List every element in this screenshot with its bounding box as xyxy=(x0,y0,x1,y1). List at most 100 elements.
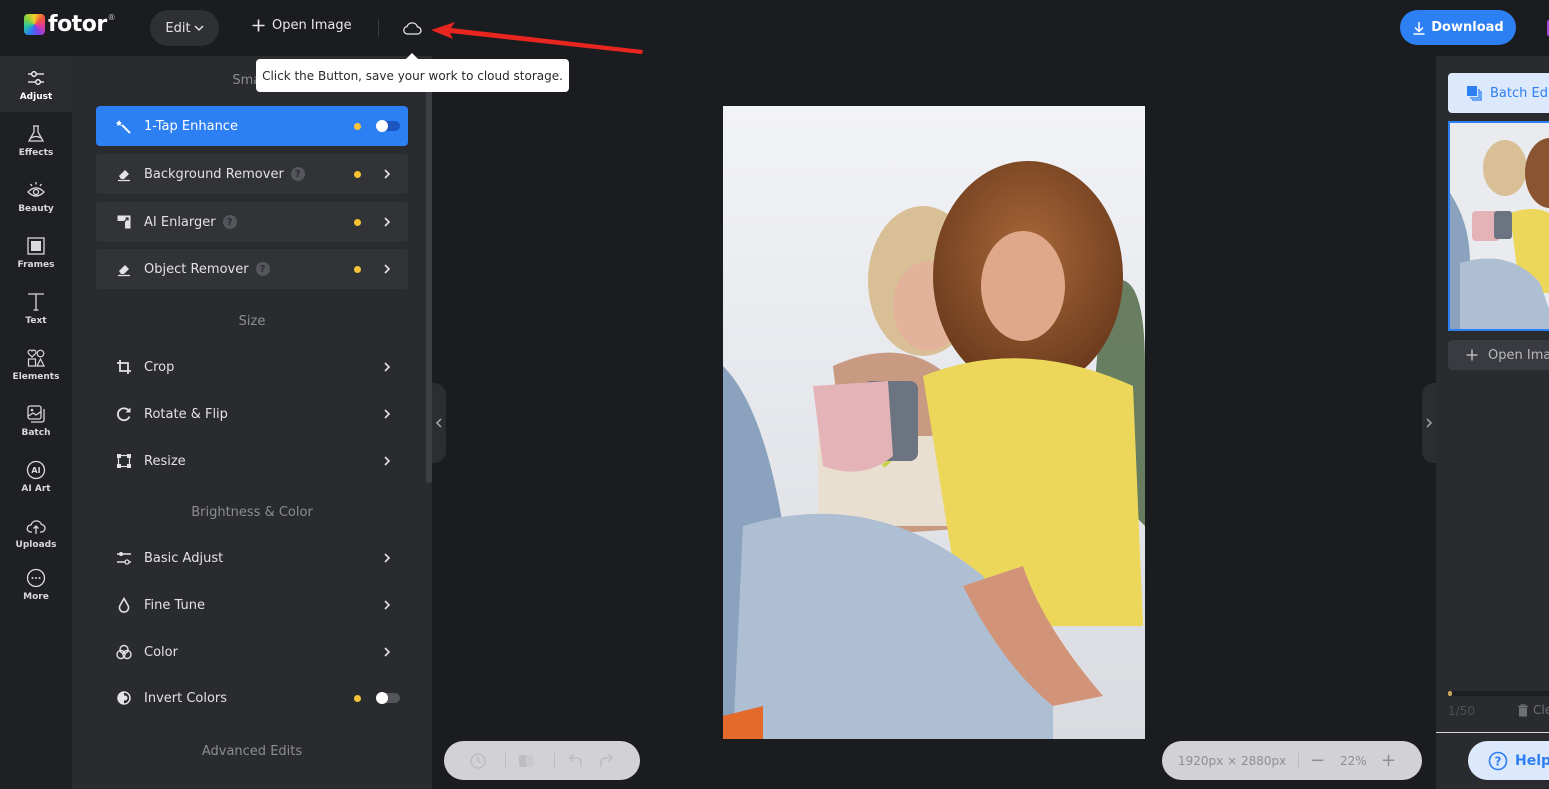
tool-label: Background Remover xyxy=(144,166,284,182)
history-toolbar xyxy=(444,741,640,780)
toggle-knob xyxy=(376,692,388,704)
redo-icon[interactable] xyxy=(596,751,616,771)
nav-item-beauty[interactable]: Beauty xyxy=(0,168,72,224)
clear-button[interactable]: Clear xyxy=(1517,703,1549,717)
droplet-icon xyxy=(116,597,132,613)
enhance-toggle[interactable] xyxy=(376,120,400,132)
svg-text:AI: AI xyxy=(31,466,40,475)
tool-ai-enlarger[interactable]: AI Enlarger ? xyxy=(96,202,408,242)
section-title-brightness: Brightness & Color xyxy=(191,505,313,520)
collapse-panel-button[interactable] xyxy=(432,383,446,463)
image-count: 1/50 xyxy=(1448,704,1475,718)
zoom-in-button[interactable]: + xyxy=(1381,750,1396,771)
chevron-right-icon xyxy=(384,647,391,657)
tool-resize[interactable]: Resize xyxy=(96,441,408,481)
clear-label: Clear xyxy=(1533,703,1549,717)
chevron-right-icon xyxy=(384,600,391,610)
tool-object-remover[interactable]: Object Remover ? xyxy=(96,249,408,289)
nav-label: More xyxy=(23,591,49,602)
invert-toggle[interactable] xyxy=(376,692,400,704)
batch-progress-bar xyxy=(1448,691,1549,696)
edit-dropdown-button[interactable]: Edit xyxy=(150,10,219,46)
nav-item-effects[interactable]: Effects xyxy=(0,112,72,168)
crop-icon xyxy=(116,359,132,375)
nav-item-frames[interactable]: Frames xyxy=(0,224,72,280)
tool-rotate-flip[interactable]: Rotate & Flip xyxy=(96,394,408,434)
help-icon[interactable]: ? xyxy=(222,215,237,229)
compare-icon[interactable] xyxy=(517,752,535,770)
sliders-icon xyxy=(28,70,44,85)
chevron-right-icon xyxy=(384,362,391,372)
tool-basic-adjust[interactable]: Basic Adjust xyxy=(96,538,408,578)
chevron-right-icon xyxy=(384,409,391,419)
zoom-toolbar: 1920px × 2880px − 22% + xyxy=(1162,741,1422,780)
chevron-left-icon xyxy=(435,418,442,428)
magic-wand-icon xyxy=(116,118,132,134)
help-icon[interactable]: ? xyxy=(290,167,305,181)
color-circles-icon xyxy=(116,644,132,660)
plus-icon xyxy=(252,19,265,32)
divider xyxy=(1436,732,1549,733)
nav-item-uploads[interactable]: Uploads xyxy=(0,504,72,560)
tool-label: AI Enlarger xyxy=(144,214,216,230)
image-thumbnail[interactable] xyxy=(1448,121,1549,331)
edited-photo[interactable] xyxy=(723,106,1145,739)
svg-text:?: ? xyxy=(1495,754,1502,768)
batch-edit-button[interactable]: Batch Edit xyxy=(1448,73,1549,113)
download-icon xyxy=(1413,21,1425,35)
nav-label: Text xyxy=(25,315,47,326)
cloud-save-button[interactable] xyxy=(401,18,423,38)
undo-icon[interactable] xyxy=(566,751,586,771)
download-label: Download xyxy=(1431,20,1504,35)
nav-label: Uploads xyxy=(15,539,57,550)
frame-icon xyxy=(27,236,45,255)
tool-1-tap-enhance[interactable]: 1-Tap Enhance xyxy=(96,106,408,146)
zoom-out-button[interactable]: − xyxy=(1310,750,1325,771)
nav-label: Batch xyxy=(21,427,51,438)
tool-background-remover[interactable]: Background Remover ? xyxy=(96,154,408,194)
history-icon[interactable] xyxy=(468,751,488,771)
ai-icon: AI xyxy=(26,460,46,479)
expand-right-panel-button[interactable] xyxy=(1422,383,1436,463)
nav-label: AI Art xyxy=(21,483,51,494)
tool-fine-tune[interactable]: Fine Tune xyxy=(96,585,408,625)
nav-item-adjust[interactable]: Adjust xyxy=(0,56,72,112)
open-image-button[interactable]: Open Image xyxy=(252,18,352,33)
brand-name: fotor xyxy=(48,12,107,37)
tool-label: 1-Tap Enhance xyxy=(144,118,238,134)
fotor-logo[interactable]: fotor ® xyxy=(24,12,116,37)
nav-item-batch[interactable]: Batch xyxy=(0,392,72,448)
photo-illustration xyxy=(723,106,1145,739)
cloud-save-tooltip: Click the Button, save your work to clou… xyxy=(256,53,569,92)
edit-label: Edit xyxy=(165,20,191,36)
help-button[interactable]: ? Help xyxy=(1468,741,1549,780)
premium-dot xyxy=(354,694,361,702)
flask-icon xyxy=(27,124,45,142)
tooltip-text: Click the Button, save your work to clou… xyxy=(262,68,563,83)
shapes-icon xyxy=(27,349,45,367)
tool-crop[interactable]: Crop xyxy=(96,347,408,387)
chevron-right-icon xyxy=(384,169,391,179)
enlarge-icon xyxy=(116,214,132,230)
section-title-advanced: Advanced Edits xyxy=(201,744,303,759)
add-image-button[interactable]: Open Image xyxy=(1448,340,1549,370)
cloud-upload-icon xyxy=(26,519,46,534)
tool-label: Basic Adjust xyxy=(144,550,224,566)
premium-dot xyxy=(354,265,361,273)
tool-invert-colors[interactable]: Invert Colors xyxy=(96,678,408,718)
tool-label: Resize xyxy=(144,453,186,469)
nav-item-more[interactable]: More xyxy=(0,556,72,612)
zoom-level: 22% xyxy=(1340,753,1367,768)
tool-color[interactable]: Color xyxy=(96,632,408,672)
toggle-knob xyxy=(376,120,388,132)
eye-icon xyxy=(27,181,45,197)
download-button[interactable]: Download xyxy=(1400,10,1516,45)
help-icon[interactable]: ? xyxy=(255,262,270,276)
premium-dot xyxy=(354,170,361,178)
nav-item-elements[interactable]: Elements xyxy=(0,336,72,392)
registered-mark: ® xyxy=(107,13,116,22)
nav-item-text[interactable]: Text xyxy=(0,280,72,336)
nav-item-ai-art[interactable]: AI AI Art xyxy=(0,448,72,504)
nav-label: Effects xyxy=(18,147,54,158)
section-title-size: Size xyxy=(238,314,266,329)
